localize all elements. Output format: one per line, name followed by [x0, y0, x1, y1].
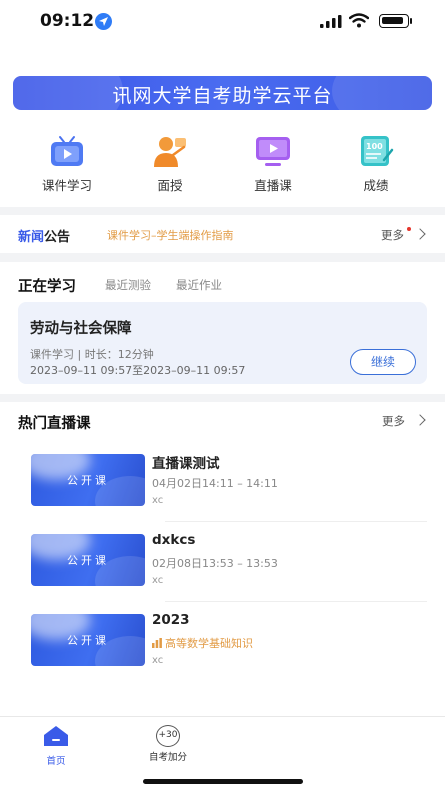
live-time: 04月02日14:11 – 14:11: [152, 477, 278, 490]
live-section: 热门直播课 更多 公开课 直播课测试 04月02日14:11 – 14:11 x…: [0, 402, 445, 716]
wifi-icon: [349, 13, 369, 28]
course-time: 2023–09–11 09:57至2023–09–11 09:57: [30, 364, 246, 377]
score-icon: 100: [357, 134, 395, 168]
news-link[interactable]: 课件学习–学生端操作指南: [107, 227, 234, 243]
unread-dot: [407, 227, 411, 231]
location-arrow-icon: [95, 13, 112, 30]
tv-icon: [48, 134, 86, 168]
plus-30-icon: +30: [156, 725, 180, 747]
battery-cap: [410, 18, 412, 24]
status-bar: 09:12: [0, 0, 445, 44]
nav-label-score: 成绩: [363, 178, 389, 193]
news-more-link[interactable]: 更多: [381, 227, 404, 243]
live-item[interactable]: 公开课 dxkcs 02月08日13:53 – 13:53 xc: [18, 522, 427, 602]
news-tag: 新闻公告: [18, 226, 70, 245]
course-card[interactable]: 劳动与社会保障 课件学习 | 时长：12分钟 2023–09–11 09:57至…: [18, 302, 427, 384]
news-tag-news: 新闻: [18, 230, 45, 245]
live-name: 2023: [152, 612, 190, 628]
banner[interactable]: 讯网大学自考助学云平台: [13, 76, 432, 110]
course-title: 劳动与社会保障: [30, 321, 132, 337]
top-area: 讯网大学自考助学云平台 课件学习 面授 直播课 100 成绩: [0, 44, 445, 207]
teacher-icon: [151, 134, 189, 168]
live-item[interactable]: 公开课 2023 高等数学基础知识 xc: [18, 602, 427, 682]
live-thumbnail: 公开课: [31, 614, 145, 666]
nav-live[interactable]: 直播课: [228, 134, 318, 194]
course-meta: 课件学习 | 时长：12分钟: [30, 348, 154, 361]
learning-section: 正在学习 最近测验 最近作业 劳动与社会保障 课件学习 | 时长：12分钟 20…: [0, 262, 445, 394]
home-indicator[interactable]: [143, 779, 303, 784]
live-thumbnail: 公开课: [31, 454, 145, 506]
live-name: 直播课测试: [152, 456, 220, 472]
live-teacher: xc: [152, 655, 164, 666]
nav-label-face-teaching: 面授: [157, 178, 183, 193]
tab-home[interactable]: 首页: [38, 725, 74, 767]
tab-learning[interactable]: 正在学习: [18, 275, 76, 296]
thumbnail-text: 公开课: [67, 634, 109, 647]
thumbnail-text: 公开课: [67, 554, 109, 567]
tab-recent-exam[interactable]: 最近测验: [105, 277, 151, 293]
continue-button[interactable]: 继续: [350, 349, 416, 375]
nav-label-courseware: 课件学习: [41, 178, 92, 193]
battery-icon: [379, 14, 409, 28]
banner-title: 讯网大学自考助学云平台: [112, 85, 333, 107]
bar-chart-icon: [152, 638, 162, 648]
live-item[interactable]: 公开课 直播课测试 04月02日14:11 – 14:11 xc: [18, 442, 427, 522]
tab-recent-homework[interactable]: 最近作业: [176, 277, 222, 293]
thumbnail-text: 公开课: [67, 474, 109, 487]
live-subject: 高等数学基础知识: [152, 635, 253, 651]
chevron-right-icon[interactable]: [414, 414, 426, 426]
chevron-right-icon[interactable]: [414, 228, 426, 240]
nav-label-live: 直播课: [254, 178, 292, 193]
tab-bonus-label: 自考加分: [148, 752, 187, 763]
signal-icon: [320, 15, 342, 28]
tab-home-label: 首页: [46, 756, 66, 767]
news-bar: 新闻公告 课件学习–学生端操作指南 更多: [0, 215, 445, 253]
play-screen-icon: [254, 134, 292, 168]
svg-text:100: 100: [366, 142, 383, 151]
live-teacher: xc: [152, 575, 164, 586]
nav-face-teaching[interactable]: 面授: [125, 134, 215, 194]
live-name: dxkcs: [152, 532, 196, 548]
status-time: 09:12: [40, 11, 95, 31]
live-thumbnail: 公开课: [31, 534, 145, 586]
live-more-link[interactable]: 更多: [382, 413, 405, 429]
news-tag-notice: 公告: [44, 230, 71, 245]
live-subject-text: 高等数学基础知识: [165, 637, 253, 650]
nav-courseware[interactable]: 课件学习: [22, 134, 112, 194]
live-section-title: 热门直播课: [18, 416, 91, 432]
live-teacher: xc: [152, 495, 164, 506]
live-time: 02月08日13:53 – 13:53: [152, 557, 278, 570]
home-icon: [44, 726, 68, 746]
tab-bonus[interactable]: +30 自考加分: [143, 725, 193, 763]
nav-score[interactable]: 100 成绩: [331, 134, 421, 194]
